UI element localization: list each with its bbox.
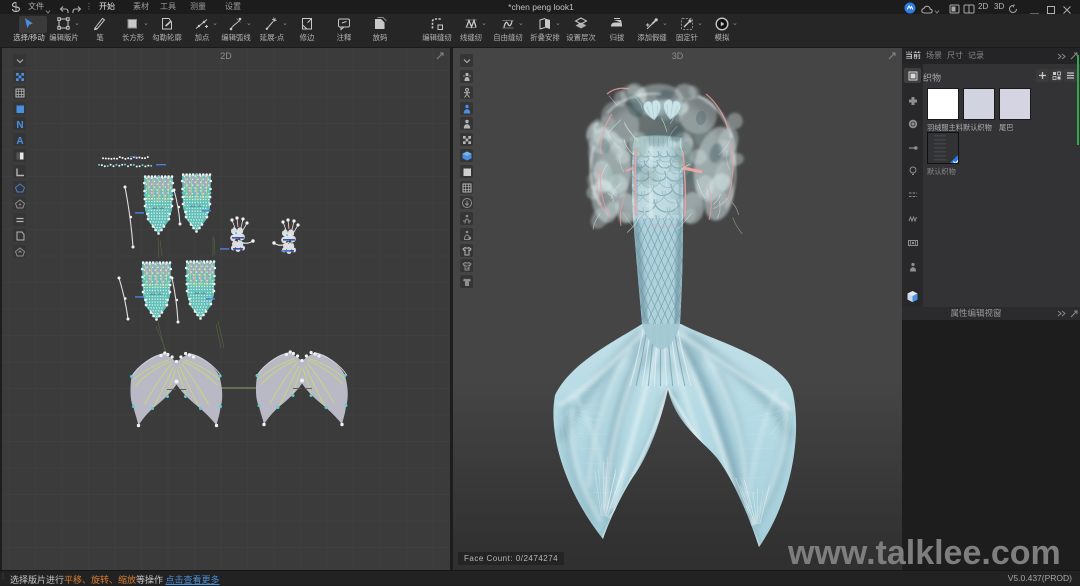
svg-text:N: N <box>16 120 23 130</box>
svg-text:A: A <box>16 136 23 146</box>
